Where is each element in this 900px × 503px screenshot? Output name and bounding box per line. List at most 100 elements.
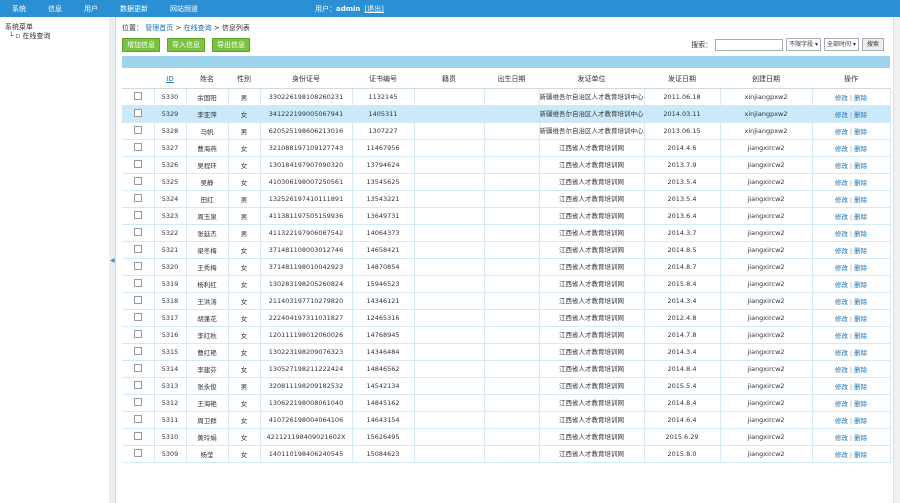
table-row[interactable]: 5316 李红秋女 120111198012060026 14768945 江西省人才教…	[122, 326, 891, 344]
edit-link[interactable]: 修改	[835, 230, 848, 238]
table-row[interactable]: 5330 余国阳男 330226198108260231 1132145 新疆维吾尔自治…	[122, 88, 891, 106]
edit-link[interactable]: 修改	[835, 179, 848, 187]
row-checkbox[interactable]	[133, 296, 142, 304]
col-id-label[interactable]: ID	[166, 75, 173, 83]
table-row[interactable]: 5323 周玉泉男 411381197505159936 13649731 江西省人才教…	[122, 207, 891, 225]
field-select[interactable]: 不限字段 ▾	[786, 38, 822, 51]
delete-link[interactable]: 删除	[854, 179, 867, 187]
delete-link[interactable]: 删除	[854, 230, 867, 238]
table-row[interactable]: 5312 王海艳女 130622198008061040 14845162 江西省人才教…	[122, 394, 891, 412]
table-row[interactable]: 5309 杨莹女 140110198406240545 15084623 江西省人才教育…	[122, 445, 891, 463]
row-checkbox[interactable]	[133, 330, 142, 338]
time-select[interactable]: 全部时间 ▾	[824, 38, 859, 51]
table-row[interactable]: 5329 李亚萍女 341222199005067941 1405311 新疆维吾尔自治…	[122, 105, 891, 123]
edit-link[interactable]: 修改	[835, 94, 848, 102]
edit-link[interactable]: 修改	[835, 196, 848, 204]
table-row[interactable]: 5315 曹红艳女 130223198209076323 14346484 江西省人才教…	[122, 343, 891, 361]
collapse-arrow-icon[interactable]: ◀	[110, 257, 115, 264]
edit-link[interactable]: 修改	[835, 400, 848, 408]
table-row[interactable]: 5311 周卫群女 410726198004064106 14643154 江西省人才教…	[122, 411, 891, 429]
row-checkbox[interactable]	[133, 109, 142, 117]
delete-link[interactable]: 删除	[854, 94, 867, 102]
edit-link[interactable]: 修改	[835, 213, 848, 221]
breadcrumb-home[interactable]: 管理首页	[145, 24, 173, 32]
table-row[interactable]: 5314 李建芬女 130527198211222424 14846562 江西省人才教…	[122, 360, 891, 378]
edit-link[interactable]: 修改	[835, 281, 848, 289]
edit-link[interactable]: 修改	[835, 264, 848, 272]
export-info-button[interactable]: 导出信息	[212, 38, 250, 52]
top-nav-users[interactable]: 用户	[84, 4, 98, 14]
breadcrumb-online-query[interactable]: 在线查询	[184, 24, 212, 32]
delete-link[interactable]: 删除	[854, 366, 867, 374]
row-checkbox[interactable]	[133, 449, 142, 457]
sidebar-splitter[interactable]: ◀	[109, 17, 116, 503]
add-info-button[interactable]: 增加信息	[122, 38, 160, 52]
delete-link[interactable]: 删除	[854, 111, 867, 119]
top-nav-data-update[interactable]: 数据更新	[120, 4, 148, 14]
edit-link[interactable]: 修改	[835, 298, 848, 306]
row-checkbox[interactable]	[133, 415, 142, 423]
row-checkbox[interactable]	[133, 126, 142, 134]
edit-link[interactable]: 修改	[835, 111, 848, 119]
edit-link[interactable]: 修改	[835, 383, 848, 391]
row-checkbox[interactable]	[133, 364, 142, 372]
logout-link[interactable]: [退出]	[364, 4, 383, 14]
top-nav-info[interactable]: 信息	[48, 4, 62, 14]
row-checkbox[interactable]	[133, 211, 142, 219]
edit-link[interactable]: 修改	[835, 315, 848, 323]
delete-link[interactable]: 删除	[854, 298, 867, 306]
edit-link[interactable]: 修改	[835, 145, 848, 153]
row-checkbox[interactable]	[133, 432, 142, 440]
sidebar-item-online-query[interactable]: └ ▫ 在线查询	[9, 31, 50, 41]
row-checkbox[interactable]	[133, 228, 142, 236]
table-row[interactable]: 5319 杨利红女 130283198205260824 15946523 江西省人才教…	[122, 275, 891, 293]
delete-link[interactable]: 删除	[854, 247, 867, 255]
delete-link[interactable]: 删除	[854, 128, 867, 136]
row-checkbox[interactable]	[133, 398, 142, 406]
row-checkbox[interactable]	[133, 92, 142, 100]
delete-link[interactable]: 删除	[854, 383, 867, 391]
row-checkbox[interactable]	[133, 381, 142, 389]
edit-link[interactable]: 修改	[835, 349, 848, 357]
delete-link[interactable]: 删除	[854, 434, 867, 442]
edit-link[interactable]: 修改	[835, 417, 848, 425]
table-row[interactable]: 5317 胡蓬花女 222404197311031827 12465316 江西省人才教…	[122, 309, 891, 327]
delete-link[interactable]: 删除	[854, 400, 867, 408]
table-row[interactable]: 5313 张永俊男 320811198209182532 14542134 江西省人才教…	[122, 377, 891, 395]
delete-link[interactable]: 删除	[854, 145, 867, 153]
row-checkbox[interactable]	[133, 262, 142, 270]
edit-link[interactable]: 修改	[835, 128, 848, 136]
delete-link[interactable]: 删除	[854, 332, 867, 340]
top-nav-channels[interactable]: 网站频道	[170, 4, 198, 14]
edit-link[interactable]: 修改	[835, 332, 848, 340]
table-row[interactable]: 5310 黄玲娟女 421121198409021602X 15626495 江西省人才…	[122, 428, 891, 446]
row-checkbox[interactable]	[133, 347, 142, 355]
edit-link[interactable]: 修改	[835, 366, 848, 374]
row-checkbox[interactable]	[133, 143, 142, 151]
delete-link[interactable]: 删除	[854, 281, 867, 289]
top-nav-system[interactable]: 系统	[12, 4, 26, 14]
search-input[interactable]	[715, 38, 784, 51]
table-row[interactable]: 5325 吴静女 410306198007250561 13545625 江西省人才教育…	[122, 173, 891, 191]
col-id[interactable]: ID	[154, 70, 186, 89]
table-row[interactable]: 5322 张延杰男 411322197906067542 14064373 江西省人才教…	[122, 224, 891, 242]
table-row[interactable]: 5320 王秀梅女 371481198010042923 14870854 江西省人才教…	[122, 258, 891, 276]
delete-link[interactable]: 删除	[854, 162, 867, 170]
delete-link[interactable]: 删除	[854, 213, 867, 221]
delete-link[interactable]: 删除	[854, 264, 867, 272]
table-row[interactable]: 5321 梁冬梅女 371481108003012746 14658421 江西省人才教…	[122, 241, 891, 259]
table-row[interactable]: 5324 田红男 132526197410111891 13543221 江西省人才教育…	[122, 190, 891, 208]
search-button[interactable]: 搜索	[861, 38, 884, 51]
table-row[interactable]: 5328 马帆男 620525198606213016 1307227 新疆维吾尔自治区…	[122, 122, 891, 140]
edit-link[interactable]: 修改	[835, 162, 848, 170]
delete-link[interactable]: 删除	[854, 196, 867, 204]
delete-link[interactable]: 删除	[854, 417, 867, 425]
row-checkbox[interactable]	[133, 279, 142, 287]
import-info-button[interactable]: 导入信息	[167, 38, 205, 52]
delete-link[interactable]: 删除	[854, 315, 867, 323]
row-checkbox[interactable]	[133, 313, 142, 321]
delete-link[interactable]: 删除	[854, 349, 867, 357]
delete-link[interactable]: 删除	[854, 451, 867, 459]
edit-link[interactable]: 修改	[835, 434, 848, 442]
table-row[interactable]: 5326 吴程环女 130184197907090320 13794624 江西省人才教…	[122, 156, 891, 174]
